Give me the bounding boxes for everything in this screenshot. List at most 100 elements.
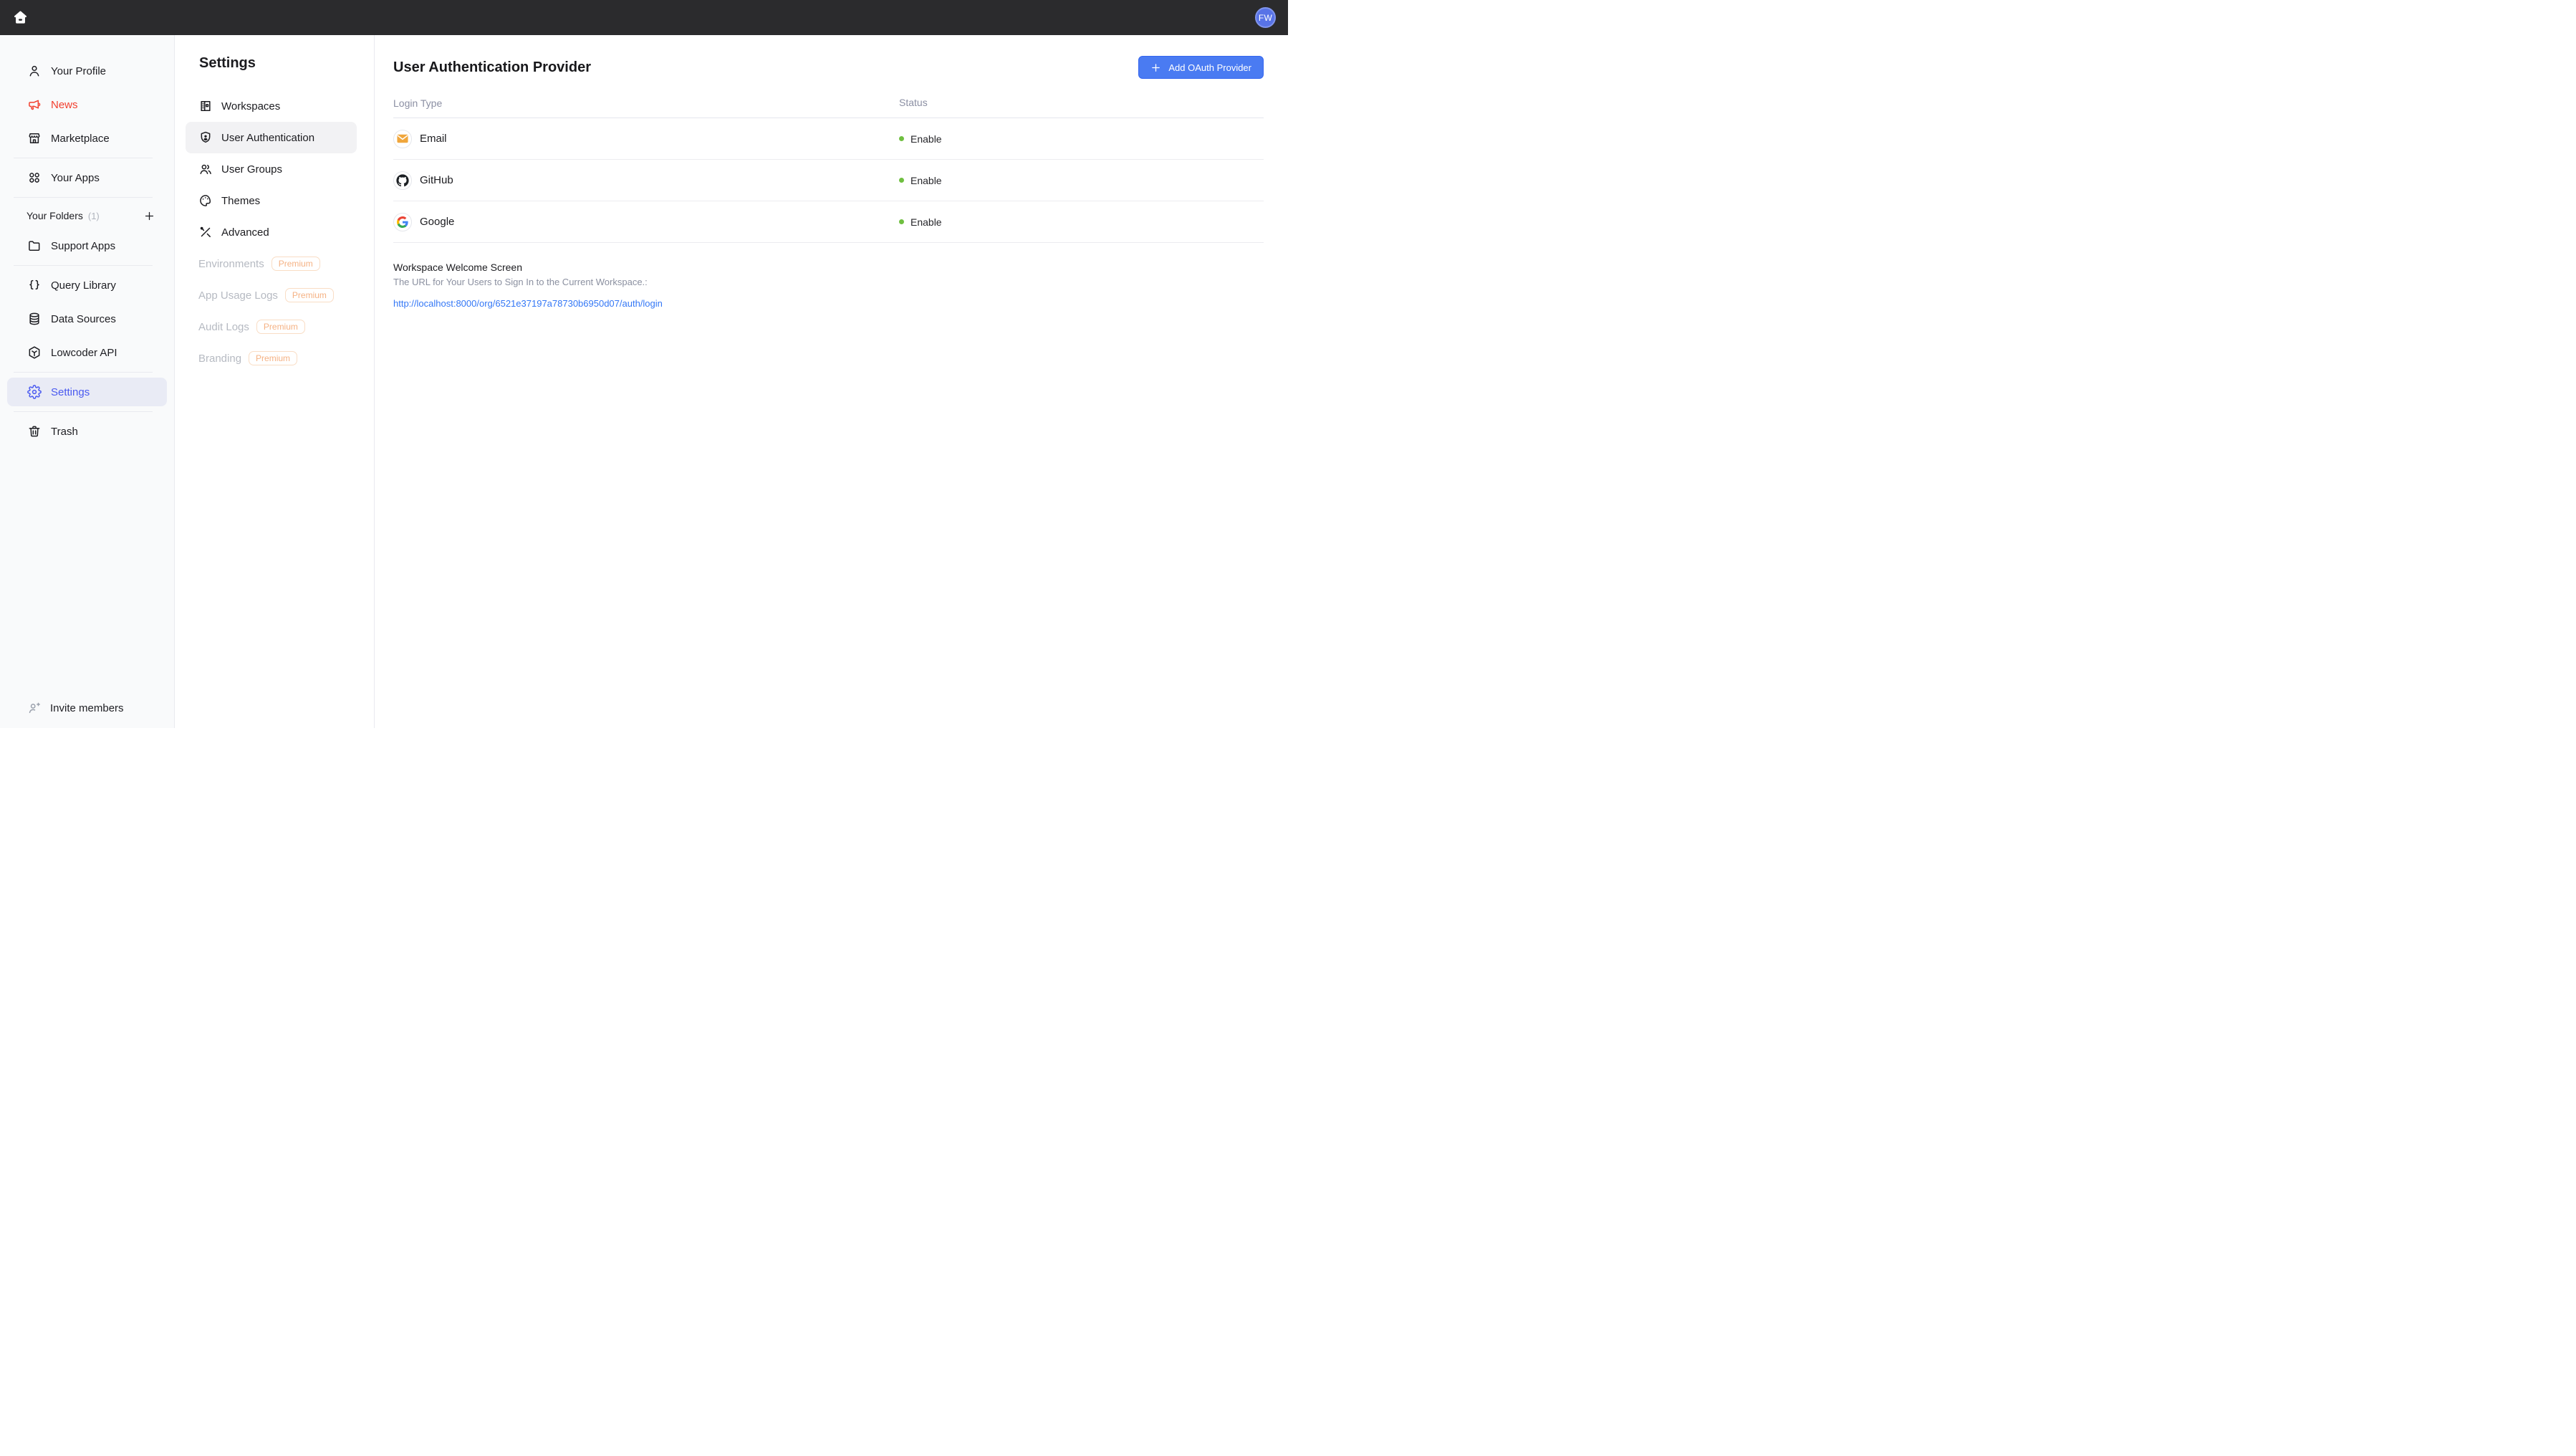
avatar-initials: FW xyxy=(1259,13,1272,23)
sidebar-divider xyxy=(14,372,153,373)
your-folders-count: (1) xyxy=(88,211,137,221)
settings-item-user-authentication[interactable]: User Authentication xyxy=(186,122,357,153)
auth-provider-table: Login Type Status Email Enable xyxy=(393,97,1264,243)
auth-provider-row-email[interactable]: Email Enable xyxy=(393,118,1264,160)
settings-item-label: Environments xyxy=(198,258,264,270)
sidebar-item-lowcoder-api[interactable]: Lowcoder API xyxy=(7,338,167,367)
provider-icon-circle xyxy=(393,130,412,148)
sidebar-item-your-apps[interactable]: Your Apps xyxy=(7,163,167,192)
sidebar-divider xyxy=(14,197,153,198)
provider-name: Email xyxy=(420,133,447,145)
sidebar-item-label: Support Apps xyxy=(51,240,115,252)
sidebar-item-settings[interactable]: Settings xyxy=(7,378,167,406)
sidebar-item-marketplace[interactable]: Marketplace xyxy=(7,124,167,153)
welcome-section-description: The URL for Your Users to Sign In to the… xyxy=(393,276,1264,289)
provider-name: Google xyxy=(420,216,454,228)
premium-badge: Premium xyxy=(249,351,297,365)
provider-status: Enable xyxy=(899,175,942,186)
settings-item-advanced[interactable]: Advanced xyxy=(186,216,357,248)
your-folders-header: Your Folders (1) xyxy=(7,203,167,229)
shield-user-icon xyxy=(198,130,213,145)
user-groups-icon xyxy=(198,162,213,176)
workspace-login-url-link[interactable]: http://localhost:8000/org/6521e37197a787… xyxy=(393,298,663,309)
sidebar-item-label: Your Profile xyxy=(51,65,106,77)
status-enabled-dot xyxy=(899,178,904,183)
trash-icon xyxy=(27,424,42,439)
app-body: Your Profile News Marketplace xyxy=(0,35,1288,728)
settings-item-label: Workspaces xyxy=(221,100,280,112)
braces-icon xyxy=(27,278,42,292)
status-label: Enable xyxy=(910,175,942,186)
settings-item-app-usage-logs[interactable]: App Usage Logs Premium xyxy=(186,279,357,311)
add-oauth-provider-button[interactable]: Add OAuth Provider xyxy=(1138,56,1264,79)
plus-icon xyxy=(143,210,155,222)
sidebar-item-news[interactable]: News xyxy=(7,90,167,119)
user-icon xyxy=(27,64,42,78)
settings-menu-title: Settings xyxy=(199,55,357,72)
sidebar-divider xyxy=(14,411,153,412)
page-title: User Authentication Provider xyxy=(393,59,591,76)
settings-item-label: Advanced xyxy=(221,226,269,239)
sidebar-item-label: Trash xyxy=(51,426,78,438)
status-enabled-dot xyxy=(899,219,904,224)
auth-provider-row-github[interactable]: GitHub Enable xyxy=(393,160,1264,201)
home-button[interactable] xyxy=(12,9,29,26)
sidebar-item-label: Settings xyxy=(51,386,90,398)
app-window: FW Your Profile News xyxy=(0,0,1288,728)
welcome-section-title: Workspace Welcome Screen xyxy=(393,260,1264,274)
settings-item-label: Audit Logs xyxy=(198,321,249,333)
sidebar-item-query-library[interactable]: Query Library xyxy=(7,271,167,300)
main-header: User Authentication Provider Add OAuth P… xyxy=(393,55,1264,80)
building-icon xyxy=(198,99,213,113)
main-content: User Authentication Provider Add OAuth P… xyxy=(375,35,1288,728)
api-cube-icon xyxy=(27,345,42,360)
tools-icon xyxy=(198,225,213,239)
sidebar-item-label: Data Sources xyxy=(51,313,116,325)
home-icon xyxy=(12,9,29,26)
settings-item-label: User Groups xyxy=(221,163,282,176)
settings-item-workspaces[interactable]: Workspaces xyxy=(186,90,357,122)
gear-icon xyxy=(27,385,42,399)
sidebar-item-your-profile[interactable]: Your Profile xyxy=(7,57,167,85)
table-header-row: Login Type Status xyxy=(393,97,1264,118)
settings-item-label: Themes xyxy=(221,195,260,207)
provider-status: Enable xyxy=(899,133,942,145)
invite-members-button[interactable]: Invite members xyxy=(7,701,167,715)
status-label: Enable xyxy=(910,216,942,228)
sidebar-item-label: Your Apps xyxy=(51,172,100,184)
settings-item-environments[interactable]: Environments Premium xyxy=(186,248,357,279)
database-icon xyxy=(27,312,42,326)
folder-icon xyxy=(27,239,42,253)
email-icon xyxy=(397,134,408,143)
add-folder-button[interactable] xyxy=(142,209,157,224)
premium-badge: Premium xyxy=(256,320,305,334)
sidebar-item-label: News xyxy=(51,99,78,111)
add-oauth-provider-label: Add OAuth Provider xyxy=(1168,62,1251,73)
sidebar-item-data-sources[interactable]: Data Sources xyxy=(7,305,167,333)
status-enabled-dot xyxy=(899,136,904,141)
provider-icon-circle xyxy=(393,171,412,190)
plus-icon xyxy=(1150,62,1161,73)
your-folders-label: Your Folders xyxy=(27,210,83,221)
github-icon xyxy=(396,174,409,187)
status-label: Enable xyxy=(910,133,942,145)
settings-item-branding[interactable]: Branding Premium xyxy=(186,343,357,374)
workspace-welcome-section: Workspace Welcome Screen The URL for You… xyxy=(393,260,1264,310)
google-icon xyxy=(397,216,408,228)
sidebar: Your Profile News Marketplace xyxy=(0,35,175,728)
sidebar-item-trash[interactable]: Trash xyxy=(7,417,167,446)
palette-icon xyxy=(198,193,213,208)
invite-user-icon xyxy=(27,701,42,715)
sidebar-item-support-apps[interactable]: Support Apps xyxy=(7,231,167,260)
settings-item-themes[interactable]: Themes xyxy=(186,185,357,216)
topbar: FW xyxy=(0,0,1288,35)
settings-item-label: App Usage Logs xyxy=(198,289,278,302)
user-avatar[interactable]: FW xyxy=(1255,7,1276,28)
store-icon xyxy=(27,131,42,145)
settings-item-user-groups[interactable]: User Groups xyxy=(186,153,357,185)
invite-members-label: Invite members xyxy=(50,702,124,714)
sidebar-item-label: Marketplace xyxy=(51,133,110,145)
auth-provider-row-google[interactable]: Google Enable xyxy=(393,201,1264,243)
provider-status: Enable xyxy=(899,216,942,228)
settings-item-audit-logs[interactable]: Audit Logs Premium xyxy=(186,311,357,343)
